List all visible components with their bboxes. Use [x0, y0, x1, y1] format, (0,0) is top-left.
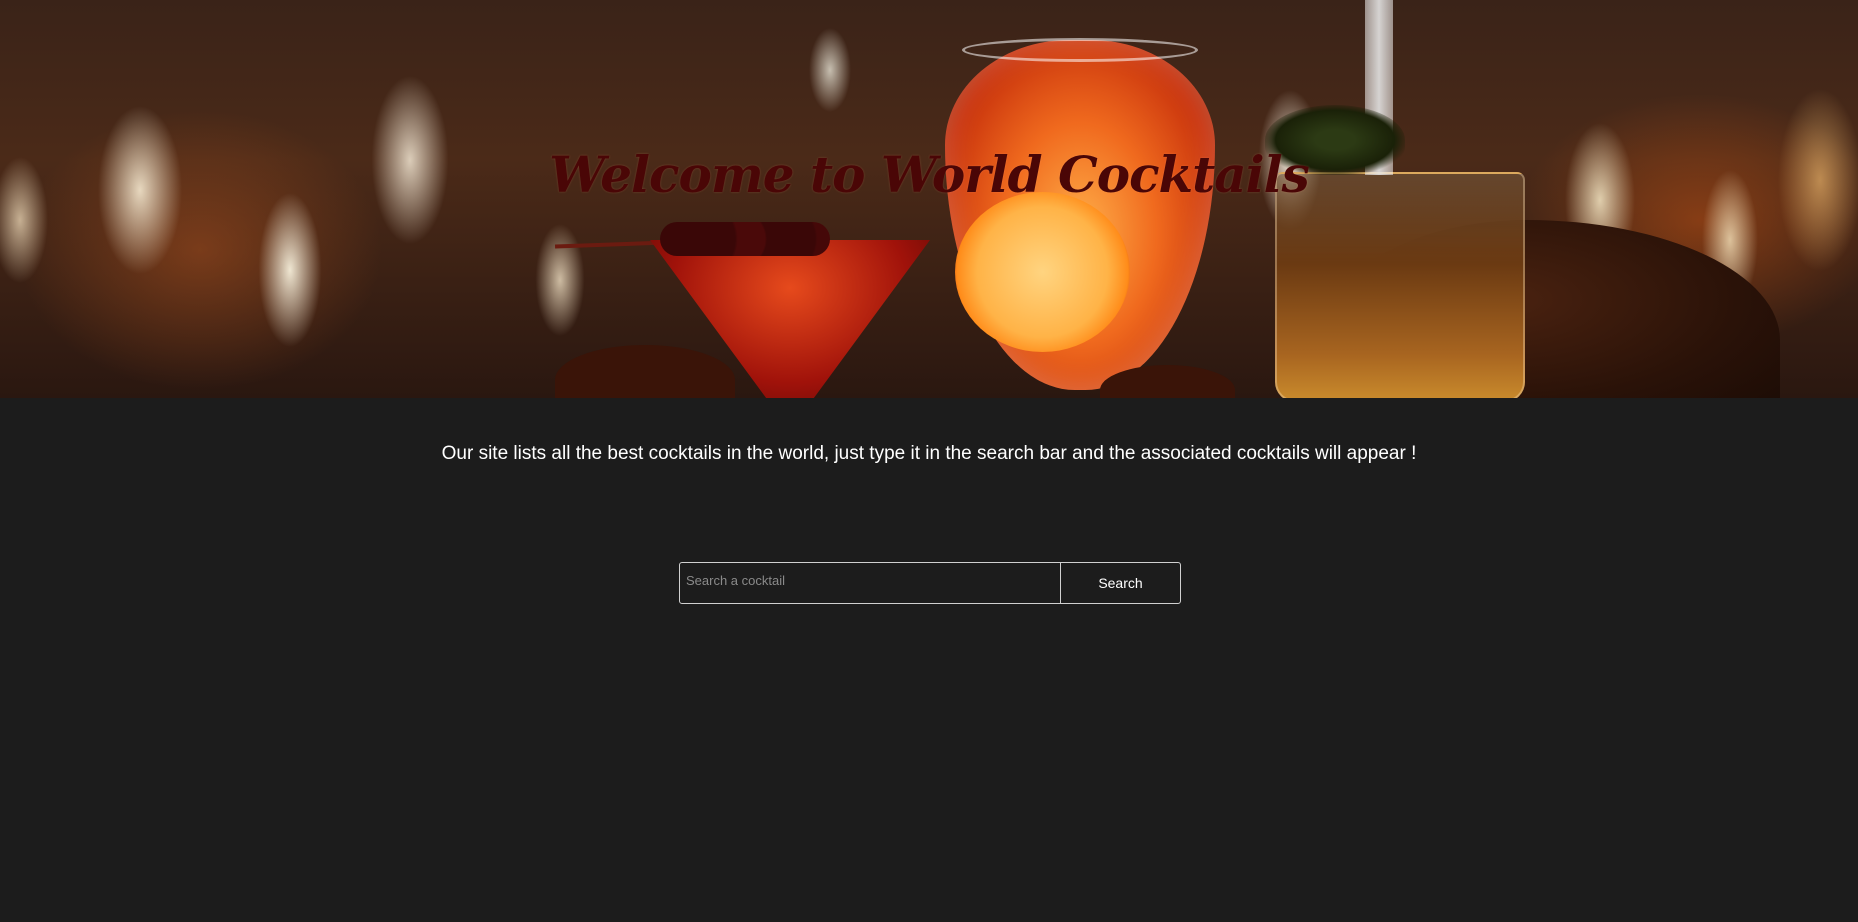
hero-banner: Welcome to World Cocktails [0, 0, 1858, 398]
cherries-garnish [660, 222, 830, 256]
hand-left [555, 345, 735, 398]
search-form: Search [679, 562, 1181, 604]
page-title: Welcome to World Cocktails [549, 145, 1310, 204]
search-button[interactable]: Search [1061, 563, 1180, 603]
orange-slice [955, 192, 1130, 352]
search-input[interactable] [680, 563, 1061, 603]
tumbler-glass-image [1275, 172, 1525, 398]
intro-text: Our site lists all the best cocktails in… [441, 443, 1417, 464]
spritz-glass-rim [962, 38, 1198, 62]
